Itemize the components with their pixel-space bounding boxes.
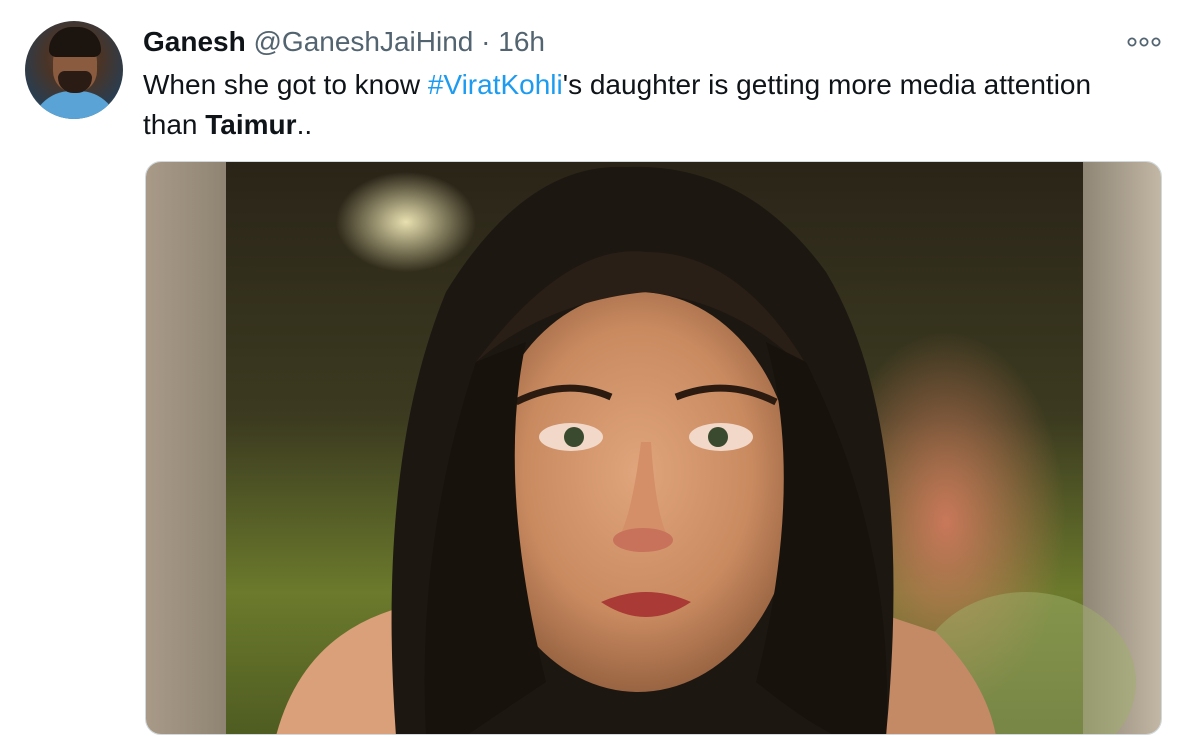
avatar-shirt	[31, 91, 119, 119]
tweet-text-part1: When she got to know	[143, 69, 428, 100]
media-photo	[146, 162, 1161, 734]
tweet-text-part3: ..	[296, 109, 313, 140]
tweet-timestamp[interactable]: 16h	[498, 26, 545, 57]
tweet-media-image[interactable]	[145, 161, 1162, 735]
tweet-text-bold: Taimur	[205, 109, 297, 140]
more-options-icon	[1127, 37, 1161, 47]
header-separator: ·	[481, 26, 491, 57]
author-name[interactable]: Ganesh	[143, 26, 246, 57]
author-handle[interactable]: @GaneshJaiHind	[253, 26, 473, 57]
tweet-text: When she got to know #ViratKohli's daugh…	[143, 65, 1143, 145]
tweet[interactable]: Ganesh @GaneshJaiHind · 16h When she got…	[0, 0, 1192, 756]
hashtag-link[interactable]: #ViratKohli	[428, 69, 563, 100]
avatar[interactable]	[25, 21, 123, 119]
more-options-button[interactable]	[1124, 30, 1164, 54]
avatar-beard	[58, 71, 92, 93]
tweet-header: Ganesh @GaneshJaiHind · 16h	[143, 25, 545, 59]
avatar-hair	[49, 27, 101, 57]
